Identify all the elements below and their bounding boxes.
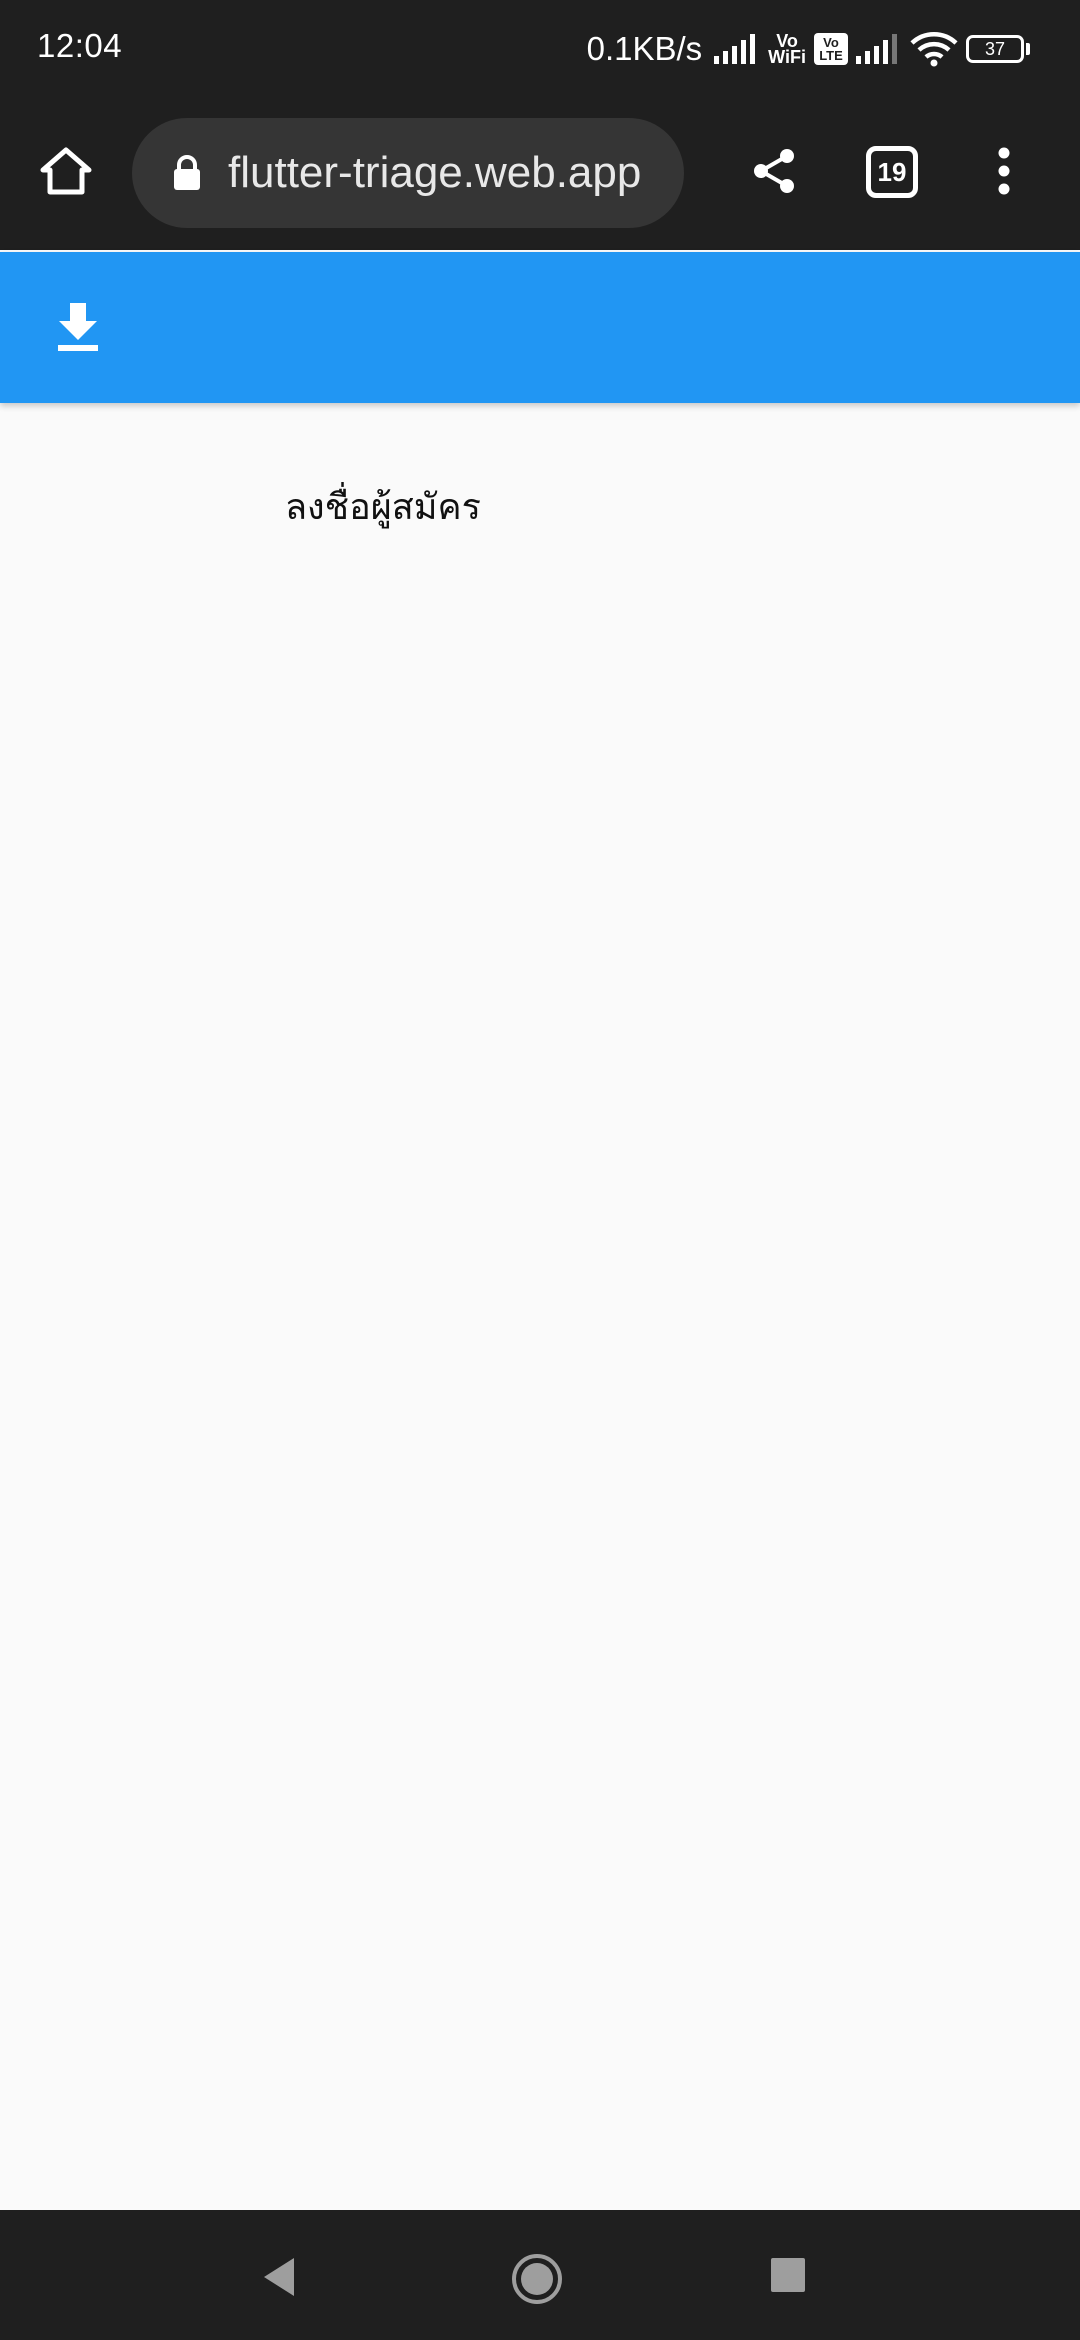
tab-count: 19 bbox=[877, 156, 907, 187]
home-icon bbox=[39, 146, 93, 201]
signal-icon bbox=[714, 34, 760, 64]
recents-icon bbox=[771, 2258, 805, 2292]
status-time: 12:04 bbox=[37, 27, 123, 64]
more-menu-button[interactable] bbox=[974, 137, 1034, 209]
download-icon bbox=[57, 302, 99, 358]
battery-icon: 37 bbox=[966, 35, 1030, 63]
nav-home-button[interactable] bbox=[510, 2252, 564, 2306]
back-icon bbox=[264, 2258, 294, 2296]
vowifi-icon: Vo WiFi bbox=[768, 31, 806, 67]
signal-icon-2 bbox=[856, 34, 902, 64]
wifi-icon bbox=[910, 31, 958, 67]
more-vert-icon bbox=[997, 147, 1011, 200]
app-bar bbox=[0, 252, 1080, 403]
lock-icon bbox=[170, 153, 204, 193]
browser-toolbar: flutter-triage.web.app 19 bbox=[0, 100, 1080, 250]
back-button[interactable] bbox=[258, 2254, 304, 2300]
url-text: flutter-triage.web.app bbox=[228, 148, 642, 197]
applicant-signature-label: ลงชื่อผู้สมัคร bbox=[285, 487, 481, 528]
recents-button[interactable] bbox=[769, 2256, 807, 2294]
home-button[interactable] bbox=[30, 137, 102, 209]
volte-icon: Vo LTE bbox=[814, 33, 848, 65]
share-icon bbox=[751, 147, 797, 200]
download-button[interactable] bbox=[42, 294, 114, 366]
system-nav-bar bbox=[0, 2210, 1080, 2340]
status-indicators: 0.1KB/s Vo WiFi Vo LTE 37 bbox=[587, 24, 1030, 74]
status-bar: 12:04 0.1KB/s Vo WiFi Vo LTE 37 bbox=[0, 0, 1080, 100]
address-bar[interactable]: flutter-triage.web.app bbox=[132, 118, 684, 228]
screen: 12:04 0.1KB/s Vo WiFi Vo LTE 37 flutter-… bbox=[0, 0, 1080, 2340]
tab-switcher-button[interactable]: 19 bbox=[866, 146, 918, 198]
network-speed: 0.1KB/s bbox=[586, 30, 703, 67]
share-button[interactable] bbox=[738, 137, 810, 209]
nav-home-icon bbox=[512, 2254, 562, 2304]
